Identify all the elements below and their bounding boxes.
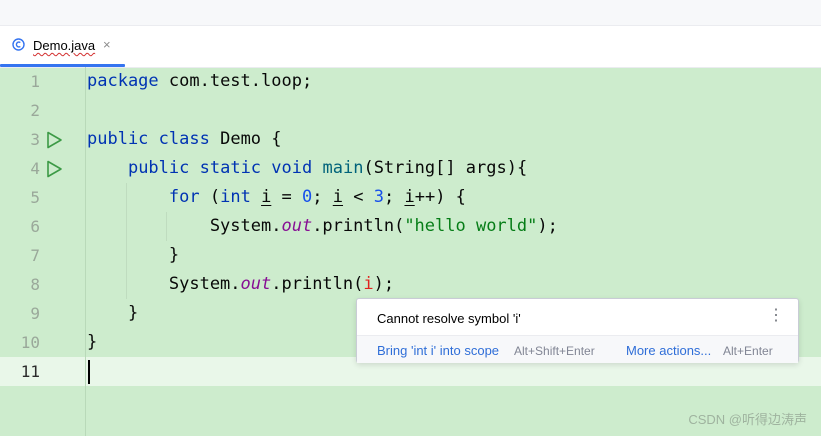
code-token: System. [87, 216, 282, 236]
tab-demo-java[interactable]: Demo.java × [0, 26, 125, 67]
code-token: i [261, 187, 272, 207]
code-token: i [404, 187, 415, 207]
text-caret [88, 360, 90, 384]
top-toolbar [0, 0, 821, 26]
code-token: ); [537, 216, 558, 236]
code-line[interactable]: 5 for (int i = 0; i < 3; i++) { [0, 183, 821, 212]
code-token: out [281, 216, 313, 236]
code-line[interactable]: 1 package com.test.loop; [0, 67, 821, 96]
run-icon[interactable] [44, 130, 64, 150]
line-number: 3 [30, 130, 40, 149]
code-token: public [87, 129, 149, 149]
code-line[interactable]: 6 System.out.println("hello world"); [0, 212, 821, 241]
code-token: ; [312, 187, 333, 207]
editor-tab-bar: Demo.java × [0, 26, 821, 68]
code-token: } [87, 245, 180, 265]
java-class-icon [12, 38, 25, 51]
line-number: 1 [30, 72, 40, 91]
code-line[interactable]: 3 public class Demo { [0, 125, 821, 154]
more-options-icon[interactable]: ⋮ [768, 308, 784, 324]
code-token: < [343, 187, 374, 207]
code-token: System. [87, 274, 241, 294]
line-number: 11 [20, 362, 40, 381]
code-token: ++) { [414, 187, 466, 207]
code-token: ; [383, 187, 405, 207]
line-number: 8 [30, 275, 40, 294]
code-text: System.out.println("hello world"); [87, 212, 558, 241]
line-number: 2 [30, 101, 40, 120]
error-popup: Cannot resolve symbol 'i' ⋮ Bring 'int i… [356, 298, 799, 363]
close-icon[interactable]: × [103, 37, 111, 52]
code-text: public class Demo { [87, 125, 282, 154]
code-token: void [271, 158, 313, 178]
code-token: for [168, 187, 200, 207]
code-token: static [199, 158, 262, 178]
line-number: 7 [30, 246, 40, 265]
code-token: class [158, 129, 210, 149]
code-text: for (int i = 0; i < 3; i++) { [87, 183, 466, 212]
line-number: 9 [30, 304, 40, 323]
code-token: ); [373, 274, 395, 294]
code-text: } [87, 328, 97, 357]
more-actions-link[interactable]: More actions... [626, 343, 711, 358]
line-number: 4 [30, 159, 40, 178]
indent-guide [126, 183, 127, 299]
code-token: .println( [271, 274, 364, 294]
code-token: } [87, 303, 139, 323]
code-text: public static void main(String[] args){ [87, 154, 527, 183]
code-text: } [87, 241, 179, 270]
popup-actions: Bring 'int i' into scope Alt+Shift+Enter… [357, 335, 798, 363]
shortcut-label: Alt+Enter [723, 344, 773, 358]
code-token: com.test.loop; [158, 71, 313, 91]
code-token: int [220, 187, 251, 207]
line-number: 5 [30, 188, 40, 207]
code-text: } [87, 299, 138, 328]
code-line[interactable]: 8 System.out.println(i); [0, 270, 821, 299]
code-token: i [332, 187, 344, 207]
watermark: CSDN @听得边涛声 [688, 412, 807, 427]
code-token: out [240, 274, 272, 294]
code-token: package [87, 71, 159, 91]
code-token: = [271, 187, 303, 207]
code-text: System.out.println(i); [87, 270, 394, 299]
code-line[interactable]: 2 [0, 96, 821, 125]
bring-into-scope-action[interactable]: Bring 'int i' into scope [377, 343, 499, 358]
code-token: public [127, 158, 190, 178]
indent-guide [166, 212, 167, 241]
gutter-divider [85, 67, 86, 436]
code-token: ( [199, 187, 221, 207]
line-number: 6 [30, 217, 40, 236]
tab-label: Demo.java [33, 38, 96, 53]
code-token: main [322, 158, 364, 178]
code-editor[interactable]: 1 package com.test.loop; 2 3 public class De… [0, 67, 821, 436]
error-message: Cannot resolve symbol 'i' [377, 311, 521, 326]
code-token: i [363, 274, 374, 294]
code-token: 0 [302, 187, 313, 207]
code-token: 3 [373, 187, 384, 207]
code-token: Demo { [209, 129, 282, 149]
code-token: "hello world" [404, 216, 538, 236]
code-line[interactable]: 7 } [0, 241, 821, 270]
code-text: package com.test.loop; [87, 67, 312, 96]
code-token: } [87, 332, 98, 352]
code-token: (String[] args){ [363, 158, 528, 178]
line-number: 10 [20, 333, 40, 352]
code-line[interactable]: 4 public static void main(String[] args)… [0, 154, 821, 183]
shortcut-label: Alt+Shift+Enter [514, 344, 595, 358]
code-token: .println( [312, 216, 405, 236]
run-icon[interactable] [44, 159, 64, 179]
